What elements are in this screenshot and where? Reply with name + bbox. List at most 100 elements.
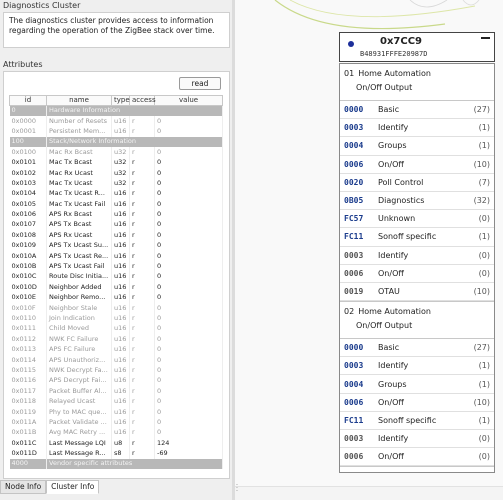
attribute-value: 0 (154, 386, 223, 397)
endpoint-device: On/Off Output (356, 83, 413, 92)
attribute-row[interactable]: 0x0001 Persistent Mem... u16 r 0 (9, 126, 223, 137)
attribute-access: r (129, 230, 155, 241)
attribute-row[interactable]: 0x011B Avg MAC Retry ... u16 r 0 (9, 427, 223, 438)
attribute-row[interactable]: 0x0101 Mac Tx Bcast u32 r 0 (9, 157, 223, 168)
cluster-row[interactable]: 0000 Basic (27) (340, 339, 494, 358)
cluster-row[interactable]: FC11 Sonoff specific (1) (340, 228, 494, 247)
attribute-access: r (129, 209, 155, 220)
attribute-row[interactable]: 0x011D Last Message R... s8 r -69 (9, 448, 223, 459)
attribute-row[interactable]: 0x0105 Mac Tx Ucast Fail u16 r 0 (9, 199, 223, 210)
attribute-row[interactable]: 0x0113 APS FC Failure u16 r 0 (9, 344, 223, 355)
attribute-name: APS Tx Bcast (46, 219, 112, 231)
attribute-id: 0x0106 (9, 209, 47, 220)
attribute-type: u16 (111, 250, 130, 262)
attribute-row[interactable]: 0x0000 Number of Resets u16 r 0 (9, 115, 223, 127)
column-header-value[interactable]: value (154, 95, 223, 106)
node-header[interactable]: 0x7CC9 B48931FFFE20987D (339, 32, 495, 62)
attribute-group-row[interactable]: 100 Stack/Network Information (9, 136, 223, 148)
cluster-id: 0006 (344, 159, 364, 169)
attribute-row[interactable]: 0x0115 NWK Decrypt Fa... u16 r 0 (9, 365, 223, 376)
cluster-name: Basic (378, 343, 400, 353)
attribute-row[interactable]: 0x0111 Child Moved u16 r 0 (9, 323, 223, 335)
cluster-row[interactable]: 0019 OTAU (10) (340, 283, 494, 302)
attribute-row[interactable]: 0x010F Neighbor Stale u16 r 0 (9, 302, 223, 314)
cluster-row[interactable]: 0006 On/Off (10) (340, 156, 494, 174)
cluster-row[interactable]: 0003 Identify (0) (340, 247, 494, 265)
cluster-row[interactable]: 0000 Basic (27) (340, 101, 494, 120)
cluster-row[interactable]: 0020 Poll Control (7) (340, 174, 494, 192)
column-header-type[interactable]: type (111, 95, 130, 106)
cluster-id: FC57 (344, 214, 364, 224)
attribute-value: 0 (154, 365, 223, 376)
cluster-row[interactable]: 0003 Identify (1) (340, 119, 494, 138)
tab-cluster-info[interactable]: Cluster Info (46, 480, 100, 494)
cluster-id: FC11 (344, 415, 364, 425)
attribute-id: 0x0110 (9, 313, 47, 324)
cluster-row[interactable]: 0003 Identify (0) (340, 430, 494, 449)
attribute-row[interactable]: 0x010A APS Tx Ucast Re... u16 r 0 (9, 250, 223, 262)
cluster-name: Unknown (378, 214, 416, 224)
cluster-row[interactable]: FC11 Sonoff specific (1) (340, 412, 494, 430)
attribute-row[interactable]: 0x011C Last Message LQI u8 r 124 (9, 438, 223, 449)
attribute-id: 0x0108 (9, 230, 47, 241)
cluster-row[interactable]: 0003 Identify (1) (340, 357, 494, 376)
attribute-id: 0x0102 (9, 167, 47, 179)
attribute-row[interactable]: 0x010D Neighbor Added u16 r 0 (9, 282, 223, 293)
cluster-row[interactable]: 0004 Groups (1) (340, 375, 494, 394)
attribute-value: 0 (154, 115, 223, 127)
attribute-row[interactable]: 0x0100 Mac Rx Bcast u32 r 0 (9, 147, 223, 158)
cluster-row[interactable]: 0006 On/Off (0) (340, 448, 494, 467)
status-dot-icon (348, 41, 354, 47)
attribute-value: 0 (154, 167, 223, 179)
attribute-access: r (129, 292, 155, 303)
endpoint-header[interactable]: 01 Home Automation On/Off Output (340, 64, 494, 101)
attribute-name: NWK Decrypt Fa... (46, 365, 112, 376)
attribute-access: r (129, 406, 155, 418)
attribute-row[interactable]: 0x0109 APS Tx Ucast Su... u16 r 0 (9, 240, 223, 251)
cluster-attribute-count: (0) (478, 434, 490, 444)
attribute-id: 0x010F (9, 302, 47, 314)
attribute-row[interactable]: 0x010C Route Disc Initia... u16 r 0 (9, 271, 223, 283)
attribute-row[interactable]: 0x0103 Mac Tx Ucast u32 r 0 (9, 178, 223, 189)
cluster-row[interactable]: 0B05 Diagnostics (32) (340, 192, 494, 211)
attribute-row[interactable]: 0x0119 Phy to MAC que... u16 r 0 (9, 406, 223, 418)
attribute-group-row[interactable]: 4000 Vendor specific attributes (9, 458, 223, 470)
collapse-node-button[interactable] (476, 33, 494, 47)
attribute-id: 0x0109 (9, 240, 47, 251)
attribute-row[interactable]: 0x0117 Packet Buffer Al... u16 r 0 (9, 386, 223, 397)
cluster-row[interactable]: 0004 Groups (1) (340, 137, 494, 156)
cluster-row[interactable]: 0006 On/Off (10) (340, 394, 494, 412)
cluster-row[interactable]: 0006 On/Off (0) (340, 265, 494, 283)
column-header-id[interactable]: id (9, 95, 47, 106)
attribute-row[interactable]: 0x0107 APS Tx Bcast u16 r 0 (9, 219, 223, 231)
attribute-access: r (129, 386, 155, 397)
read-button[interactable]: read (179, 77, 221, 90)
attribute-row[interactable]: 0x0112 NWK FC Failure u16 r 0 (9, 334, 223, 345)
attribute-row[interactable]: 0x010E Neighbor Remo... u16 r 0 (9, 292, 223, 303)
attribute-value: 0 (154, 282, 223, 293)
attribute-value: 0 (154, 230, 223, 241)
endpoint-header[interactable]: 02 Home Automation On/Off Output (340, 302, 494, 340)
attribute-group-id: 100 (9, 136, 47, 148)
attribute-value: 0 (154, 199, 223, 210)
attribute-value: 0 (154, 302, 223, 314)
column-header-name[interactable]: name (46, 95, 112, 106)
attribute-row[interactable]: 0x0110 Join Indication u16 r 0 (9, 313, 223, 324)
splitter-handle-icon[interactable]: · · · (234, 482, 240, 495)
attribute-row[interactable]: 0x0104 Mac Tx Ucast R... u16 r 0 (9, 188, 223, 200)
attribute-row[interactable]: 0x010B APS Tx Ucast Fail u16 r 0 (9, 261, 223, 272)
attribute-group-row[interactable]: 0 Hardware Information (9, 105, 223, 116)
attribute-row[interactable]: 0x0106 APS Rx Bcast u16 r 0 (9, 209, 223, 220)
attribute-row[interactable]: 0x0102 Mac Rx Ucast u32 r 0 (9, 167, 223, 179)
cluster-row[interactable]: FC57 Unknown (0) (340, 210, 494, 229)
tab-node-info[interactable]: Node Info (0, 480, 47, 494)
attribute-row[interactable]: 0x0114 APS Unauthoriz... u16 r 0 (9, 354, 223, 366)
attribute-row[interactable]: 0x0116 APS Decrypt Fai... u16 r 0 (9, 375, 223, 387)
node-canvas[interactable]: 0x7CC9 B48931FFFE20987D 01 Home Automatio… (235, 0, 503, 500)
attribute-row[interactable]: 0x011A Packet Validate ... u16 r 0 (9, 417, 223, 428)
cluster-attribute-count: (32) (473, 196, 490, 206)
attribute-row[interactable]: 0x0118 Relayed Ucast u16 r 0 (9, 396, 223, 407)
attribute-row[interactable]: 0x0108 APS Rx Ucast u16 r 0 (9, 230, 223, 241)
attribute-access: r (129, 240, 155, 251)
column-header-access[interactable]: access (129, 95, 156, 106)
